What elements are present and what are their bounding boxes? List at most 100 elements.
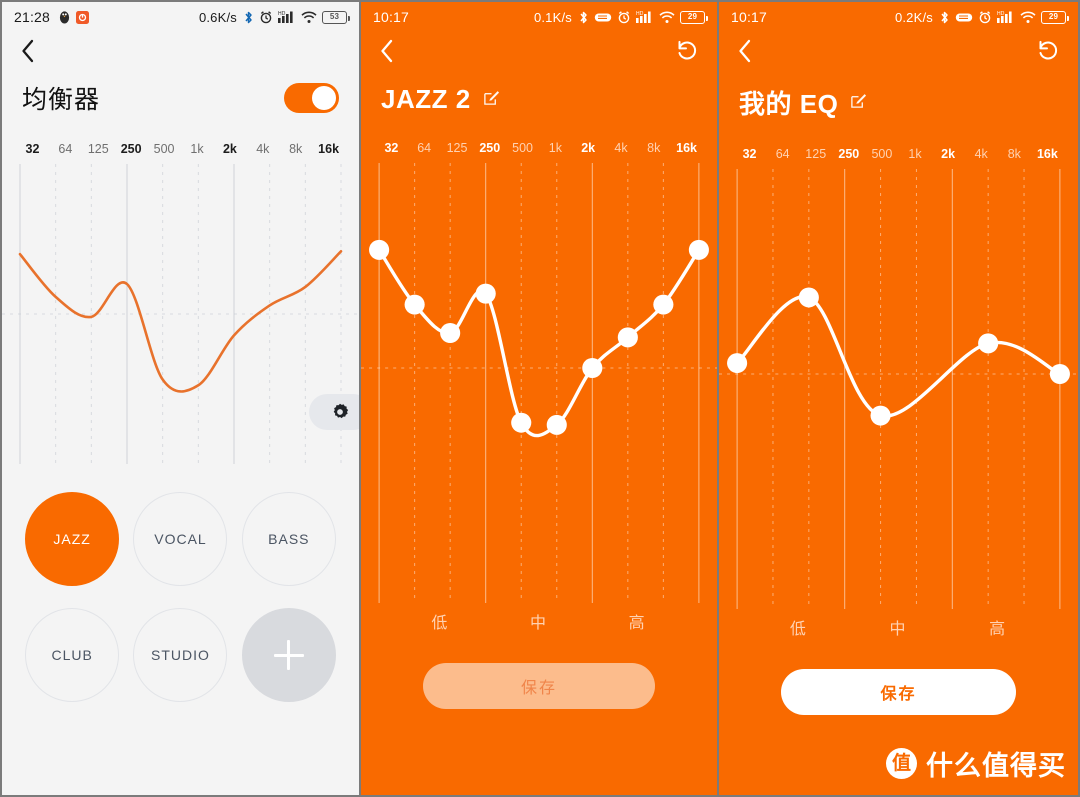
save-button[interactable]: 保存	[423, 663, 655, 709]
preset-club[interactable]: CLUB	[25, 608, 120, 702]
preset-label: CLUB	[51, 647, 93, 663]
back-icon[interactable]	[737, 38, 753, 69]
battery-level: 29	[1048, 12, 1059, 21]
net-speed-label: 0.1K/s	[533, 9, 572, 25]
preset-label: JAZZ	[53, 531, 91, 547]
preset-studio[interactable]: STUDIO	[133, 608, 228, 702]
freq-label: 250	[120, 142, 142, 156]
freq-label: 500	[512, 141, 534, 155]
alarm-icon	[978, 10, 992, 24]
eq-preset-name: JAZZ 2	[381, 84, 471, 114]
eq-curve-chart-panel3[interactable]	[719, 169, 1078, 609]
status-icons: 0.6K/s HD 53	[198, 9, 350, 25]
battery-level: 53	[329, 12, 340, 21]
hd-signal-icon: HD	[997, 10, 1015, 24]
eq-curve-svg[interactable]	[719, 169, 1078, 609]
range-label-mid: 中	[889, 621, 908, 638]
status-bar: 10:17 0.1K/s HD 29	[361, 2, 717, 32]
frequency-axis-labels: 32 64 125 250 500 1k 2k 4k 8k 16k	[2, 142, 359, 156]
save-area: 保存	[719, 639, 1078, 715]
wifi-icon	[1020, 11, 1036, 24]
freq-label: 16k	[1036, 147, 1058, 161]
frequency-axis-labels: 32 64 125 250 500 1k 2k 4k 8k 16k	[361, 141, 717, 155]
save-button-label: 保存	[880, 686, 917, 703]
page-title: 均衡器	[22, 86, 101, 114]
save-area: 保存	[361, 633, 717, 709]
back-icon[interactable]	[379, 38, 395, 69]
equalizer-toggle[interactable]	[284, 83, 339, 113]
edit-icon[interactable]	[483, 89, 500, 111]
reset-icon[interactable]	[1036, 39, 1060, 68]
freq-label: 8k	[1007, 147, 1021, 161]
freq-label: 32	[25, 142, 40, 156]
preset-add-button[interactable]	[241, 608, 336, 702]
freq-label: 125	[805, 147, 827, 161]
range-label-low: 低	[789, 621, 808, 638]
watermark-badge: 值	[886, 748, 917, 779]
freq-label: 2k	[222, 142, 237, 156]
app-icon	[76, 10, 90, 24]
preset-label: VOCAL	[154, 531, 207, 547]
watermark-text: 什么值得买	[926, 751, 1066, 781]
wifi-icon	[301, 11, 317, 24]
freq-label: 2k	[941, 147, 956, 161]
range-label-low: 低	[431, 615, 450, 632]
freq-label: 4k	[974, 147, 988, 161]
frequency-axis-labels: 32 64 125 250 500 1k 2k 4k 8k 16k	[719, 147, 1078, 161]
nav-bar	[361, 32, 717, 74]
status-icons: 0.2K/s HD 29	[894, 9, 1069, 25]
freq-label: 32	[742, 147, 757, 161]
freq-label: 500	[153, 142, 175, 156]
alarm-icon	[617, 10, 631, 24]
eq-preset-name: 我的 EQ	[739, 89, 839, 119]
eq-curve-svg	[2, 164, 359, 464]
range-labels: 低 中 高	[361, 609, 717, 633]
preset-grid: JAZZ VOCAL BASS CLUB STUDIO	[2, 464, 359, 702]
svg-text:HD: HD	[997, 11, 1005, 17]
status-time: 10:17	[731, 9, 768, 25]
freq-label: 1k	[908, 147, 922, 161]
nav-bar	[2, 32, 359, 74]
status-icons: 0.1K/s HD 29	[533, 9, 708, 25]
range-label-high: 高	[989, 621, 1008, 638]
edit-icon[interactable]	[850, 92, 867, 114]
battery-icon: 29	[1041, 10, 1069, 24]
status-time: 21:28	[14, 9, 51, 25]
eq-settings-button[interactable]	[309, 394, 359, 430]
preset-jazz[interactable]: JAZZ	[25, 492, 120, 586]
freq-label: 16k	[318, 142, 340, 156]
freq-label: 250	[479, 141, 501, 155]
freq-label: 64	[417, 141, 432, 155]
penguin-icon	[58, 10, 71, 24]
save-button-label: 保存	[520, 680, 557, 697]
freq-label: 4k	[614, 141, 628, 155]
eq-curve-chart-panel1[interactable]	[2, 164, 359, 464]
plus-icon	[273, 640, 304, 670]
bluetooth-icon	[578, 10, 589, 25]
range-labels: 低 中 高	[719, 615, 1078, 639]
battery-icon: 53	[322, 10, 350, 24]
screenshot-stage: 21:28 0.6K/s HD 53 均衡器 32 64 125 250 500…	[0, 0, 1080, 797]
status-bar: 10:17 0.2K/s HD 29	[719, 2, 1078, 32]
bluetooth-icon	[243, 10, 254, 25]
nav-bar	[719, 32, 1078, 74]
preset-bass[interactable]: BASS	[241, 492, 336, 586]
eq-name-row: JAZZ 2	[361, 74, 717, 115]
freq-label: 2k	[581, 141, 596, 155]
net-speed-label: 0.6K/s	[198, 9, 237, 25]
panel-eq-editor-jazz2: 10:17 0.1K/s HD 29 JAZZ 2 32 64 125 250 …	[361, 0, 719, 797]
back-icon[interactable]	[20, 38, 36, 69]
reset-icon[interactable]	[675, 39, 699, 68]
eq-curve-chart-panel2[interactable]	[361, 163, 717, 603]
save-button[interactable]: 保存	[781, 669, 1016, 715]
freq-label: 250	[838, 147, 860, 161]
status-time: 10:17	[373, 9, 410, 25]
freq-label: 64	[58, 142, 73, 156]
bluetooth-icon	[939, 10, 950, 25]
signal-icon: HD	[278, 10, 296, 24]
eq-curve-svg[interactable]	[361, 163, 717, 603]
range-label-mid: 中	[530, 615, 549, 632]
battery-level: 29	[687, 12, 698, 21]
preset-vocal[interactable]: VOCAL	[133, 492, 228, 586]
net-speed-label: 0.2K/s	[894, 9, 933, 25]
